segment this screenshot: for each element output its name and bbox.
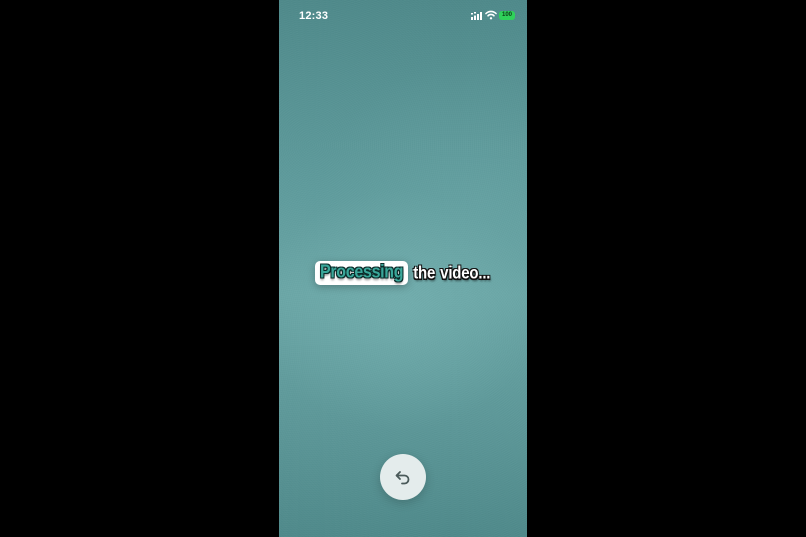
highlighted-word-pill: Processing xyxy=(315,261,409,285)
caption-word: the xyxy=(413,263,436,283)
screen: 12:33 100 Processing the video... xyxy=(0,0,806,537)
status-time: 12:33 xyxy=(299,10,329,22)
phone-screen: 12:33 100 Processing the video... xyxy=(279,0,527,537)
processing-caption: Processing the video... xyxy=(315,257,490,289)
wifi-icon xyxy=(485,10,497,20)
undo-button[interactable] xyxy=(380,454,426,500)
status-bar: 12:33 100 xyxy=(279,0,527,30)
cellular-signal-icon xyxy=(471,12,482,20)
highlighted-word: Processing xyxy=(320,262,404,283)
battery-icon: 100 xyxy=(499,11,515,20)
undo-arrow-icon xyxy=(395,471,410,485)
caption-word: video... xyxy=(440,263,491,283)
